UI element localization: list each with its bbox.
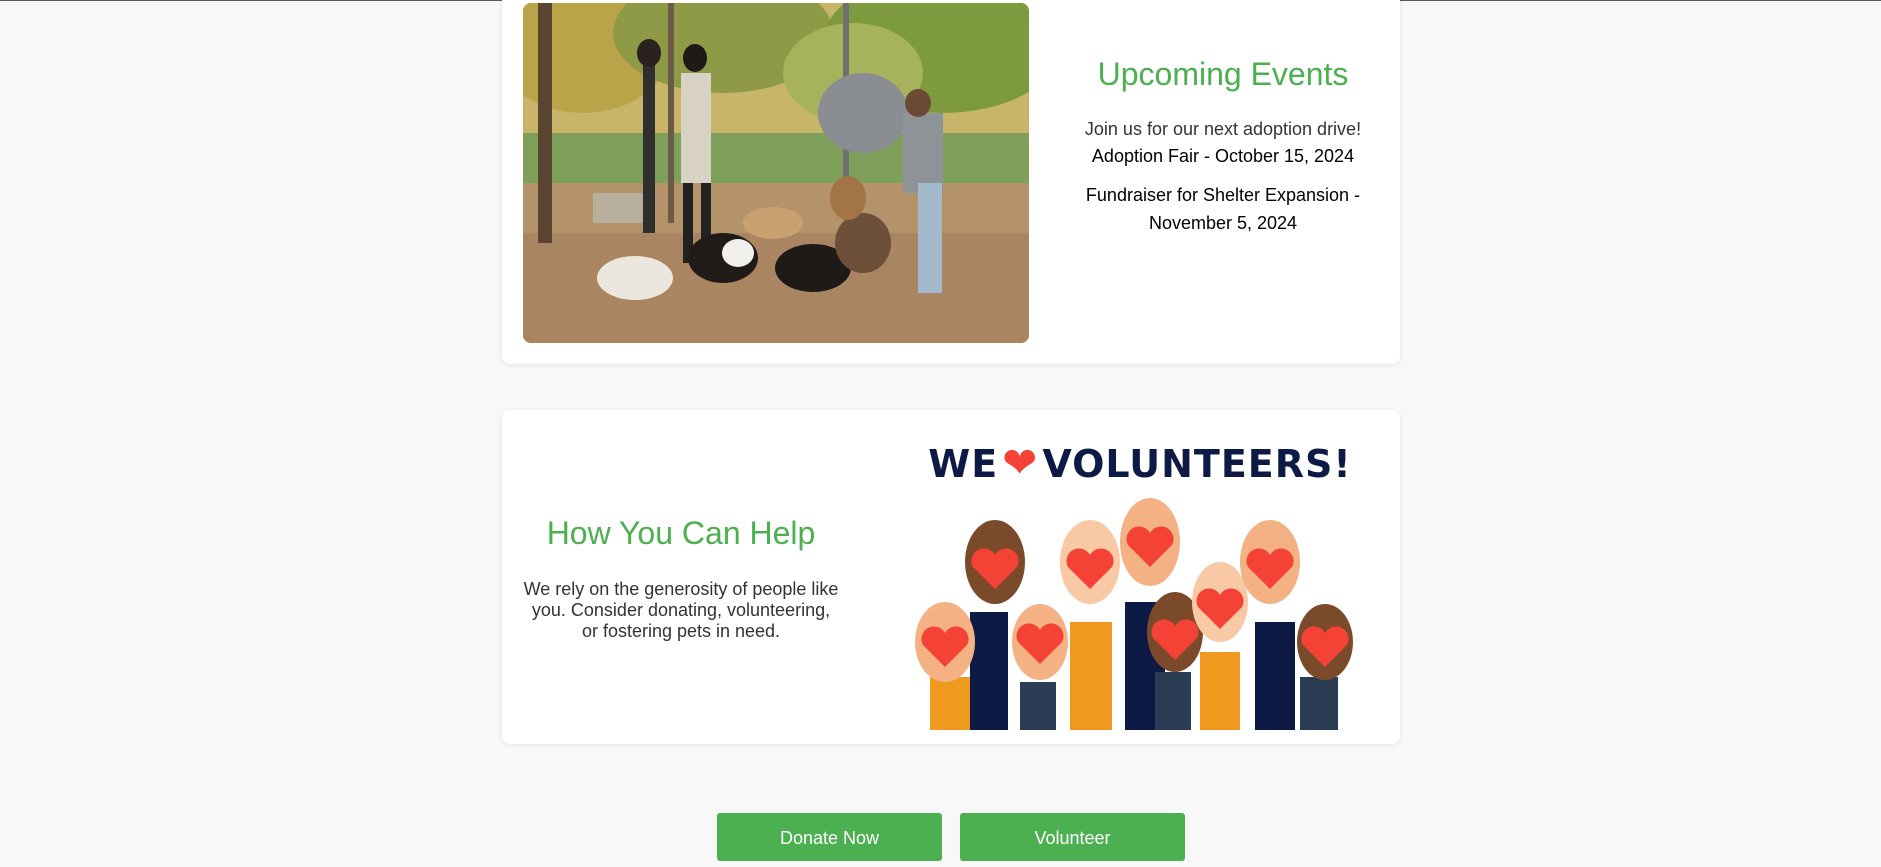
dog-park-illustration [523,3,1029,343]
volunteers-image: WE❤ VOLUNTEERS! [900,438,1380,730]
donate-now-button[interactable]: Donate Now [717,813,942,861]
event-item: Adoption Fair - October 15, 2024 [1091,146,1355,166]
volunteers-heading-left: WE [928,442,999,486]
events-intro: Join us for our next adoption drive! [1084,119,1362,139]
help-text: How You Can Help We rely on the generosi… [522,513,840,642]
volunteers-heading: WE❤ VOLUNTEERS! [900,438,1380,489]
help-body: We rely on the generosity of people like… [523,579,839,641]
help-title: How You Can Help [546,515,816,551]
volunteer-button[interactable]: Volunteer [960,813,1185,861]
event-item: Fundraiser for Shelter Expansion - Novem… [1085,185,1361,233]
heart-icon: ❤ [1002,438,1039,487]
events-card: Upcoming Events Join us for our next ado… [502,0,1400,364]
events-text: Upcoming Events Join us for our next ado… [1070,54,1376,237]
raised-hands-illustration [915,498,1353,730]
dog-park-photo [523,3,1029,343]
events-title: Upcoming Events [1097,56,1349,92]
help-card: How You Can Help We rely on the generosi… [502,410,1400,744]
volunteers-heading-right: VOLUNTEERS! [1042,442,1352,486]
